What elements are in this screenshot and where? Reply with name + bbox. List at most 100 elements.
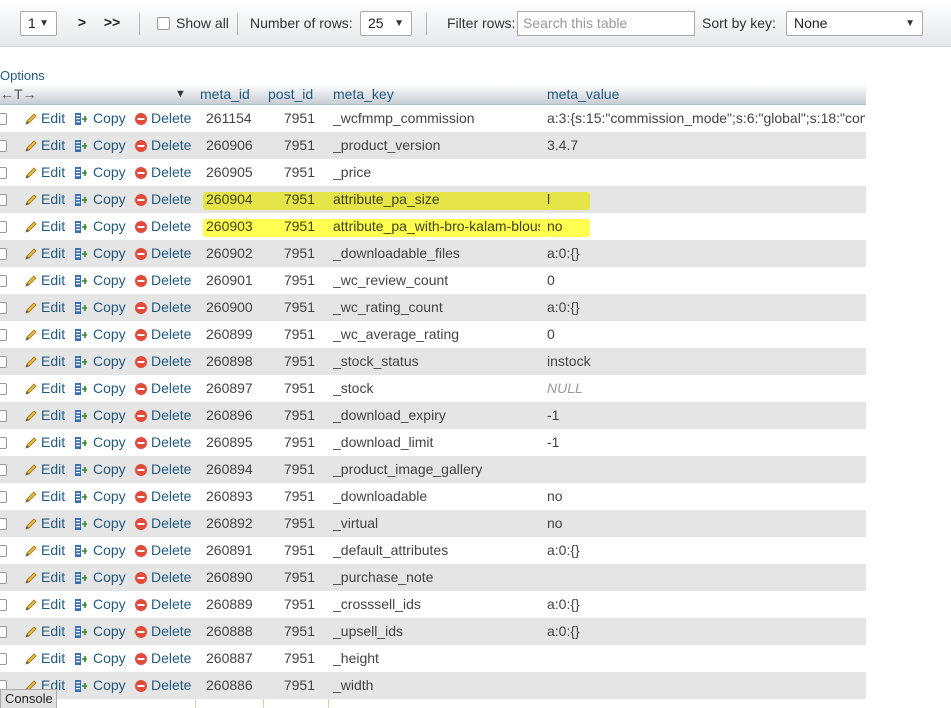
cell-meta-value[interactable]: 0: [547, 321, 865, 348]
cell-meta-value[interactable]: a:3:{s:15:"commission_mode";s:6:"global"…: [547, 105, 865, 132]
row-checkbox[interactable]: [0, 518, 7, 530]
cell-meta-id[interactable]: 261154: [206, 105, 261, 132]
column-header-meta-id[interactable]: meta_id: [195, 84, 250, 105]
delete-button[interactable]: Delete: [134, 618, 191, 645]
copy-button[interactable]: Copy: [74, 321, 126, 348]
cell-post-id[interactable]: 7951: [264, 402, 315, 429]
cell-meta-id[interactable]: 260888: [206, 618, 261, 645]
edit-button[interactable]: Edit: [24, 510, 65, 537]
delete-button[interactable]: Delete: [134, 267, 191, 294]
row-checkbox[interactable]: [0, 572, 7, 584]
cell-meta-id[interactable]: 260886: [206, 672, 261, 699]
cell-post-id[interactable]: 7951: [264, 321, 315, 348]
copy-button[interactable]: Copy: [74, 510, 126, 537]
options-link[interactable]: Options: [0, 68, 45, 83]
delete-button[interactable]: Delete: [134, 483, 191, 510]
delete-button[interactable]: Delete: [134, 537, 191, 564]
cell-meta-id[interactable]: 260902: [206, 240, 261, 267]
copy-button[interactable]: Copy: [74, 591, 126, 618]
sort-caret-icon[interactable]: ▼: [175, 84, 186, 105]
copy-button[interactable]: Copy: [74, 348, 126, 375]
edit-button[interactable]: Edit: [24, 132, 65, 159]
cell-meta-key[interactable]: _product_image_gallery: [333, 456, 540, 483]
cell-meta-id[interactable]: 260901: [206, 267, 261, 294]
cell-meta-id[interactable]: 260896: [206, 402, 261, 429]
cell-meta-id[interactable]: 260891: [206, 537, 261, 564]
cell-post-id[interactable]: 7951: [264, 429, 315, 456]
row-checkbox[interactable]: [0, 545, 7, 557]
copy-button[interactable]: Copy: [74, 159, 126, 186]
edit-button[interactable]: Edit: [24, 591, 65, 618]
cell-meta-key[interactable]: _purchase_note: [333, 564, 540, 591]
column-header-meta-key[interactable]: meta_key: [328, 84, 394, 105]
edit-button[interactable]: Edit: [24, 348, 65, 375]
row-checkbox[interactable]: [0, 329, 7, 341]
cell-meta-key[interactable]: _default_attributes: [333, 537, 540, 564]
cell-meta-key[interactable]: _height: [333, 645, 540, 672]
cell-meta-key[interactable]: _downloadable: [333, 483, 540, 510]
last-page-button[interactable]: >>: [100, 11, 124, 36]
delete-button[interactable]: Delete: [134, 429, 191, 456]
row-checkbox[interactable]: [0, 275, 7, 287]
delete-button[interactable]: Delete: [134, 105, 191, 132]
show-all-checkbox[interactable]: [157, 17, 170, 30]
copy-button[interactable]: Copy: [74, 294, 126, 321]
delete-button[interactable]: Delete: [134, 321, 191, 348]
column-header-meta-value[interactable]: meta_value: [542, 84, 619, 105]
delete-button[interactable]: Delete: [134, 213, 191, 240]
edit-button[interactable]: Edit: [24, 537, 65, 564]
copy-button[interactable]: Copy: [74, 240, 126, 267]
delete-button[interactable]: Delete: [134, 240, 191, 267]
cell-post-id[interactable]: 7951: [264, 591, 315, 618]
edit-button[interactable]: Edit: [24, 105, 65, 132]
row-checkbox[interactable]: [0, 653, 7, 665]
copy-button[interactable]: Copy: [74, 267, 126, 294]
cell-post-id[interactable]: 7951: [264, 132, 315, 159]
delete-button[interactable]: Delete: [134, 159, 191, 186]
cell-meta-id[interactable]: 260893: [206, 483, 261, 510]
row-checkbox[interactable]: [0, 113, 7, 125]
cell-meta-value[interactable]: a:0:{}: [547, 240, 865, 267]
cell-meta-id[interactable]: 260906: [206, 132, 261, 159]
delete-button[interactable]: Delete: [134, 375, 191, 402]
row-checkbox[interactable]: [0, 221, 7, 233]
cell-post-id[interactable]: 7951: [264, 267, 315, 294]
delete-button[interactable]: Delete: [134, 510, 191, 537]
delete-button[interactable]: Delete: [134, 564, 191, 591]
cell-meta-id[interactable]: 260895: [206, 429, 261, 456]
copy-button[interactable]: Copy: [74, 132, 126, 159]
cell-meta-id[interactable]: 260905: [206, 159, 261, 186]
cell-meta-value[interactable]: 0: [547, 267, 865, 294]
copy-button[interactable]: Copy: [74, 402, 126, 429]
delete-button[interactable]: Delete: [134, 591, 191, 618]
cell-meta-value[interactable]: l: [547, 186, 865, 213]
cell-post-id[interactable]: 7951: [264, 348, 315, 375]
next-page-button[interactable]: >: [72, 11, 92, 36]
cell-post-id[interactable]: 7951: [264, 159, 315, 186]
cell-meta-key[interactable]: _virtual: [333, 510, 540, 537]
cell-post-id[interactable]: 7951: [264, 483, 315, 510]
cell-meta-key[interactable]: _download_expiry: [333, 402, 540, 429]
cell-meta-value[interactable]: -1: [547, 402, 865, 429]
cell-meta-value[interactable]: a:0:{}: [547, 591, 865, 618]
filter-rows-input[interactable]: Search this table: [517, 11, 695, 36]
cell-meta-id[interactable]: 260890: [206, 564, 261, 591]
row-checkbox[interactable]: [0, 491, 7, 503]
cell-meta-value[interactable]: a:0:{}: [547, 537, 865, 564]
row-checkbox[interactable]: [0, 410, 7, 422]
edit-button[interactable]: Edit: [24, 294, 65, 321]
edit-button[interactable]: Edit: [24, 618, 65, 645]
cell-post-id[interactable]: 7951: [264, 510, 315, 537]
sort-by-key-select[interactable]: None ▼: [786, 11, 923, 36]
row-checkbox[interactable]: [0, 356, 7, 368]
cell-post-id[interactable]: 7951: [264, 537, 315, 564]
row-checkbox[interactable]: [0, 383, 7, 395]
delete-button[interactable]: Delete: [134, 645, 191, 672]
cell-meta-value[interactable]: instock: [547, 348, 865, 375]
cell-meta-key[interactable]: _upsell_ids: [333, 618, 540, 645]
delete-button[interactable]: Delete: [134, 186, 191, 213]
copy-button[interactable]: Copy: [74, 429, 126, 456]
cell-post-id[interactable]: 7951: [264, 564, 315, 591]
copy-button[interactable]: Copy: [74, 483, 126, 510]
cell-meta-value[interactable]: a:0:{}: [547, 294, 865, 321]
